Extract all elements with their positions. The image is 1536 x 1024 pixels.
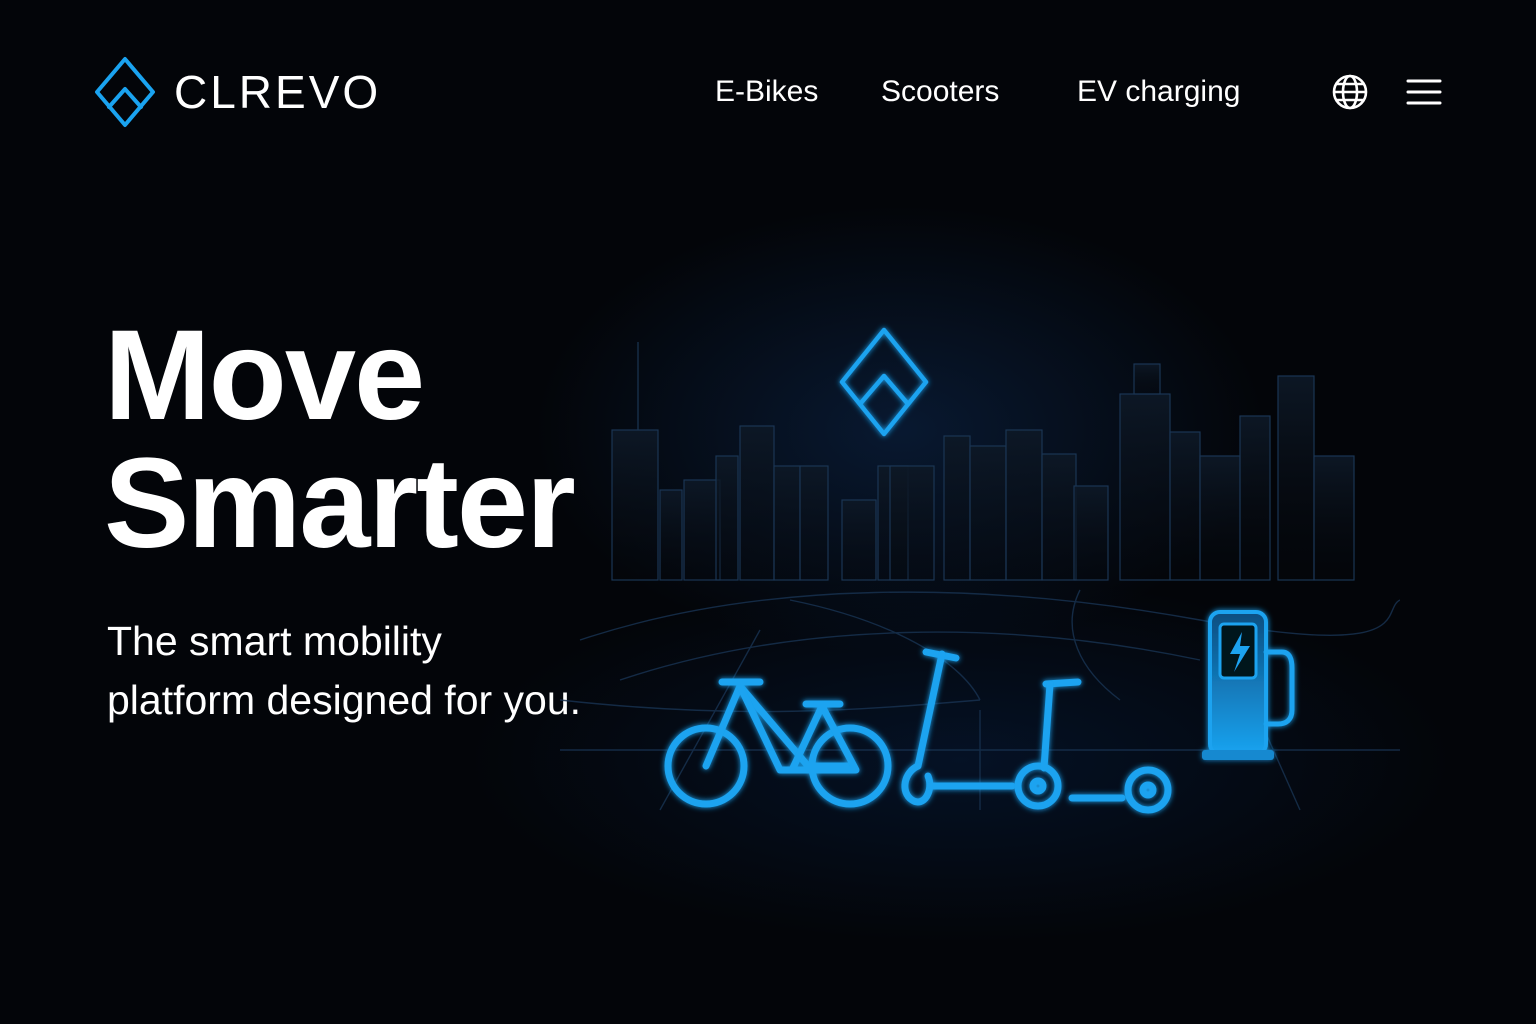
hero-title-line-2: Smarter: [104, 432, 576, 575]
site-header: CLREVO E-Bikes Scooters EV charging: [0, 0, 1536, 180]
globe-icon: [1332, 74, 1368, 110]
brand-name: CLREVO: [174, 66, 382, 118]
floating-logo-icon: [839, 327, 929, 437]
hero-title-line-1: Move: [104, 304, 425, 447]
hero-subtitle-line-2: platform designed for you.: [107, 677, 582, 723]
road-grid: [560, 589, 1400, 811]
bicycle-icon: [664, 678, 892, 808]
hero-title: Move Smarter: [104, 304, 576, 575]
language-button[interactable]: [1330, 72, 1370, 112]
brand-logo-link[interactable]: CLREVO: [94, 56, 381, 128]
ev-charger-icon: [1202, 610, 1295, 760]
hero-illustration-svg: [560, 327, 1400, 814]
menu-button[interactable]: [1404, 72, 1444, 112]
diamond-chevron-logo-icon: [95, 57, 155, 127]
hero-subtitle-line-1: The smart mobility: [107, 618, 442, 664]
kick-scooter-icon: [901, 648, 1082, 810]
hamburger-menu-icon: [1406, 79, 1442, 105]
nav-link-scooters[interactable]: Scooters: [881, 72, 999, 112]
landing-page: CLREVO E-Bikes Scooters EV charging Move: [0, 0, 1536, 1024]
city-skyline: [611, 342, 1355, 581]
nav-link-e-bikes[interactable]: E-Bikes: [715, 72, 818, 112]
folded-scooter-icon: [1068, 766, 1172, 814]
nav-link-ev-charging[interactable]: EV charging: [1077, 72, 1240, 112]
hero-illustration: [560, 280, 1400, 840]
